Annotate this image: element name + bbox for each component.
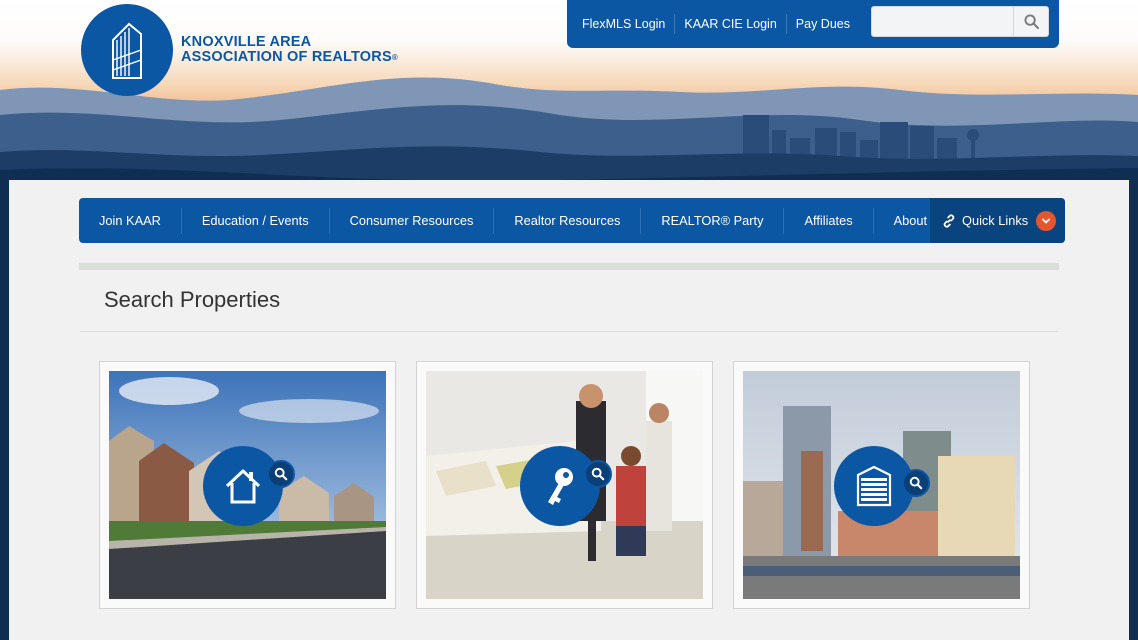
chevron-down-icon <box>1036 210 1057 231</box>
site-search <box>871 6 1049 37</box>
search-card-commercial[interactable] <box>733 361 1030 609</box>
nav-realtor-resources[interactable]: Realtor Resources <box>494 207 642 234</box>
quick-links-menu[interactable]: Quick Links <box>930 198 1065 243</box>
quick-links-label: Quick Links <box>962 213 1029 228</box>
search-button[interactable] <box>1013 7 1048 36</box>
logo-line-1: KNOXVILLE AREA <box>181 34 312 50</box>
logo-registered-mark: ® <box>391 53 398 62</box>
magnifier-icon <box>584 460 612 488</box>
search-card-agents[interactable] <box>416 361 713 609</box>
building-logo-icon <box>81 4 173 96</box>
utility-bar: FlexMLS Login KAAR CIE Login Pay Dues <box>567 0 1059 48</box>
main-navigation: Join KAAR Education / Events Consumer Re… <box>79 198 1065 243</box>
house-icon <box>203 446 283 526</box>
logo-line-2: ASSOCIATION OF REALTORS® <box>181 50 398 65</box>
nav-join-kaar[interactable]: Join KAAR <box>79 207 182 234</box>
page-title: Search Properties <box>104 287 281 312</box>
flexmls-login-link[interactable]: FlexMLS Login <box>573 14 676 34</box>
magnifier-icon <box>902 469 930 497</box>
search-card-homes[interactable] <box>99 361 396 609</box>
nav-education-events[interactable]: Education / Events <box>182 207 330 234</box>
link-icon <box>943 213 955 228</box>
logo-line-2-text: ASSOCIATION OF REALTORS <box>181 49 392 65</box>
nav-consumer-resources[interactable]: Consumer Resources <box>330 207 495 234</box>
kaar-logo[interactable]: KNOXVILLE AREA ASSOCIATION OF REALTORS® <box>81 4 398 96</box>
search-input[interactable] <box>872 7 1012 36</box>
nav-realtor-party[interactable]: REALTOR® Party <box>641 207 785 234</box>
magnifier-icon <box>267 460 295 488</box>
nav-affiliates[interactable]: Affiliates <box>784 207 874 234</box>
pay-dues-link[interactable]: Pay Dues <box>787 14 859 34</box>
magnifier-icon <box>1023 14 1039 29</box>
section-divider-bar <box>79 263 1059 270</box>
logo-wordmark: KNOXVILLE AREA ASSOCIATION OF REALTORS® <box>181 35 398 65</box>
kaar-cie-login-link[interactable]: KAAR CIE Login <box>675 14 787 34</box>
key-icon <box>520 446 600 526</box>
title-rule <box>80 331 1058 332</box>
